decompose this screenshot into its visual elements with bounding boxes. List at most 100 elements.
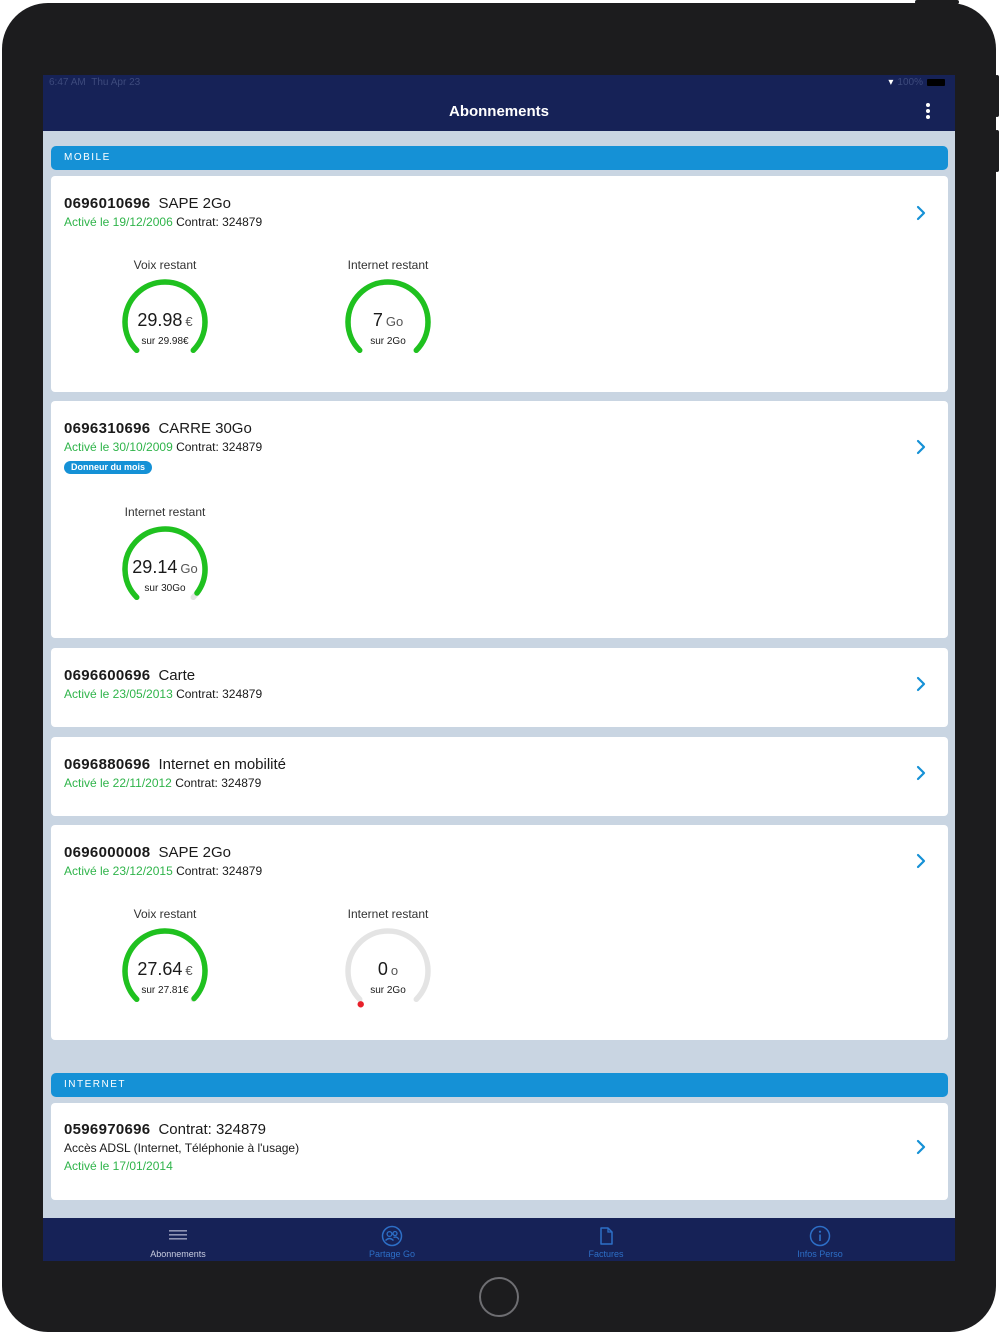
gauge-internet: Internet restant 29.14 Go sur 30Go [95,505,235,615]
phone-number: 0696880696 [64,756,151,773]
contract-number: Contrat: 324879 [176,215,263,229]
chevron-right-icon[interactable] [915,439,927,455]
gauge-value: 29.14 Go [95,557,235,578]
subscription-card[interactable]: 0696600696 Carte Activé le 23/05/2013 Con… [51,648,948,727]
tab-label: Partage Go [368,1249,416,1259]
phone-number: 0696000008 [64,844,151,861]
more-vertical-icon[interactable] [921,102,935,120]
gauge-voice: Voix restant 29.98 € sur 29.98€ [95,258,235,368]
subscription-card[interactable]: 0696000008 SAPE 2Go Activé le 23/12/2015 … [51,825,948,1040]
wifi-icon: ▾ [888,77,894,88]
app-screen: 6:47 AM Thu Apr 23 ▾ 100% Abonnements MO… [43,75,955,1261]
menu-icon [169,1230,187,1240]
phone-number: 0696600696 [64,667,151,684]
tab-label: Factures [588,1249,624,1259]
tab-abonnements[interactable]: Abonnements [64,1218,292,1261]
nav-bar: Abonnements [43,91,955,131]
gauge-subtitle: sur 30Go [144,583,186,594]
activation-date: Activé le 17/01/2014 [64,1159,173,1173]
chevron-right-icon[interactable] [915,853,927,869]
chevron-right-icon[interactable] [915,676,927,692]
gauge-value-unit: o [390,963,399,978]
line-title: 0696000008 SAPE 2Go [64,844,231,861]
gauge-value-number: 0 [377,959,388,979]
info-icon [809,1225,831,1247]
gauge-value-unit: € [185,963,193,978]
gauge-subtitle: sur 2Go [370,985,406,996]
phone-number: 0696310696 [64,420,151,437]
phone-number: 0596970696 [64,1121,151,1138]
subscription-card[interactable]: 0696310696 CARRE 30Go Activé le 30/10/200… [51,401,948,638]
plan-name: Internet en mobilité [158,756,287,773]
gauge-value: 0o [318,959,458,980]
gauge-label: Voix restant [133,907,197,921]
plan-name: SAPE 2Go [158,844,231,861]
device-home-button[interactable] [479,1277,519,1317]
line-details: Activé le 17/01/2014 [64,1159,173,1173]
gauge-label: Internet restant [347,907,429,921]
line-title: 0696010696 SAPE 2Go [64,195,231,212]
gauge-value: 7 Go [318,310,458,331]
gauge-value-number: 29.98 [137,310,183,330]
activation-date: Activé le 23/12/2015 [64,864,173,878]
gauge-subtitle: sur 2Go [370,336,406,347]
activation-date: Activé le 23/05/2013 [64,687,173,701]
device-volume-up-button [995,75,999,117]
battery-percent: 100% [897,77,923,88]
line-details: Activé le 19/12/2006 Contrat: 324879 [64,215,262,229]
tab-label: Infos Perso [797,1249,843,1259]
plan-name: SAPE 2Go [158,195,231,212]
gauge-value: 27.64 € [95,959,235,980]
activation-date: Activé le 19/12/2006 [64,215,173,229]
contract-number: Contrat: 324879 [158,1121,267,1138]
gauge-subtitle: sur 27.81€ [141,985,189,996]
gauge-internet: Internet restant 7 Go sur 2Go [318,258,458,368]
gauge-value-unit: Go [385,314,404,329]
service-description: Accès ADSL (Internet, Téléphonie à l'usa… [64,1141,300,1155]
tab-bar: Abonnements Partage Go Factures Infos Pe… [43,1218,955,1261]
internet-subscription-card[interactable]: 0596970696 Contrat: 324879 Accès ADSL (In… [51,1103,948,1200]
gauge-value-unit: Go [180,561,198,576]
status-right: ▾ 100% [888,77,945,88]
subscription-card[interactable]: 0696880696 Internet en mobilité Activé le… [51,737,948,816]
tab-label: Abonnements [150,1249,206,1259]
line-details: Activé le 30/10/2009 Contrat: 324879 [64,440,262,454]
line-title: 0596970696 Contrat: 324879 [64,1121,266,1138]
gauge-value: 29.98 € [95,310,235,331]
phone-number: 0696010696 [64,195,151,212]
status-time-text: 6:47 AM [49,77,86,88]
plan-name: Carte [158,667,196,684]
gauge-internet: Internet restant 0o sur 2Go [318,907,458,1017]
contract-number: Contrat: 324879 [176,864,263,878]
gauge-value-number: 29.14 [132,557,178,577]
tab-factures[interactable]: Factures [492,1218,720,1261]
gauge-value-number: 27.64 [137,959,183,979]
subscription-card[interactable]: 0696010696 SAPE 2Go Activé le 19/12/2006 … [51,176,948,392]
gauge-label: Internet restant [124,505,206,519]
tab-infos-perso[interactable]: Infos Perso [706,1218,934,1261]
chevron-right-icon[interactable] [915,765,927,781]
gauge-empty-dot [357,1001,364,1008]
gauge-voice: Voix restant 27.64 € sur 27.81€ [95,907,235,1017]
page-title: Abonnements [448,103,549,120]
document-icon [600,1227,613,1245]
tab-partage-go[interactable]: Partage Go [278,1218,506,1261]
status-bar: 6:47 AM Thu Apr 23 ▾ 100% [43,75,955,91]
battery-icon [927,79,945,86]
chevron-right-icon[interactable] [915,1139,927,1155]
line-details: Activé le 22/11/2012 Contrat: 324879 [64,776,261,790]
donor-badge: Donneur du mois [64,461,152,474]
line-title: 0696600696 Carte [64,667,195,684]
share-users-icon [381,1225,403,1247]
contract-number: Contrat: 324879 [176,440,263,454]
gauge-subtitle: sur 29.98€ [141,336,189,347]
gauge-label: Voix restant [133,258,197,272]
gauge-value-unit: € [185,314,193,329]
chevron-right-icon[interactable] [915,205,927,221]
activation-date: Activé le 22/11/2012 [64,776,172,790]
section-header-internet: INTERNET [51,1073,948,1097]
device-top-button [915,0,959,4]
activation-date: Activé le 30/10/2009 [64,440,173,454]
device-volume-down-button [995,130,999,172]
section-header-mobile: MOBILE [51,146,948,170]
